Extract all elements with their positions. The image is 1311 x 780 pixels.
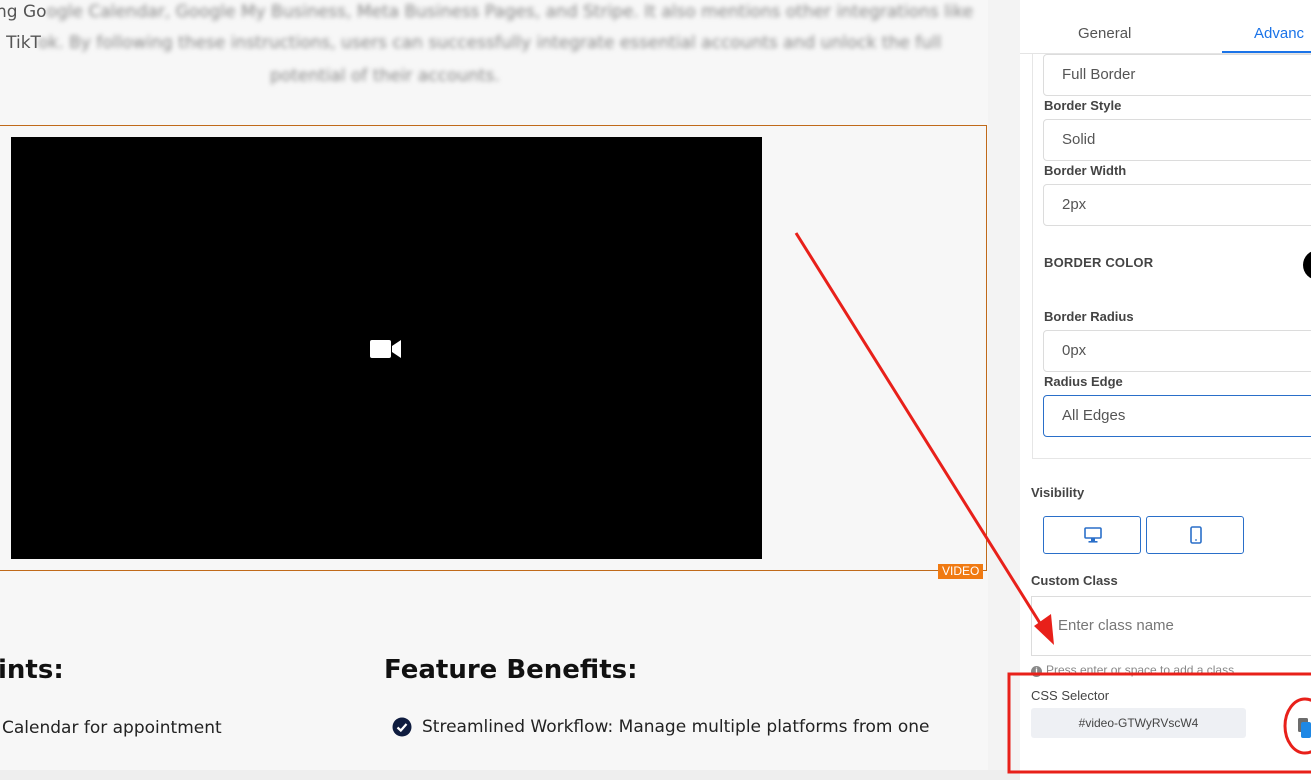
video-element-badge: VIDEO bbox=[938, 564, 984, 579]
css-selector-value: #video-GTWyRVscW4 bbox=[1031, 708, 1246, 738]
paragraph-line-3-blurred: potential of their accounts. bbox=[270, 66, 500, 86]
visibility-desktop-button[interactable] bbox=[1043, 516, 1141, 554]
visibility-mobile-button[interactable] bbox=[1146, 516, 1244, 554]
tab-general[interactable]: General bbox=[1078, 14, 1131, 53]
custom-class-hint: i Press enter or space to add a class bbox=[1031, 663, 1234, 677]
custom-class-input[interactable]: Enter class name bbox=[1031, 596, 1311, 656]
paragraph-line-1: ng Google Calendar, Google My Business, … bbox=[0, 2, 973, 22]
border-radius-input[interactable]: 0px bbox=[1043, 330, 1311, 372]
paragraph-line-2-clear: l TikT bbox=[0, 33, 39, 53]
border-width-input[interactable]: 2px bbox=[1043, 184, 1311, 226]
key-points-heading: ints: bbox=[0, 655, 64, 685]
paragraph-line-3: potential of their accounts. bbox=[270, 66, 500, 86]
border-type-select[interactable]: Full Border bbox=[1043, 54, 1311, 96]
paragraph-line-2-blurred: ok. By following these instructions, use… bbox=[38, 33, 942, 53]
radius-edge-select[interactable]: All Edges bbox=[1043, 395, 1311, 437]
visibility-label: Visibility bbox=[1031, 485, 1085, 500]
css-selector-label: CSS Selector bbox=[1031, 688, 1110, 703]
info-icon: i bbox=[1031, 666, 1042, 677]
tab-advanced[interactable]: Advanc bbox=[1254, 14, 1304, 53]
video-camera-icon bbox=[370, 340, 401, 358]
custom-class-hint-text: Press enter or space to add a class bbox=[1046, 663, 1235, 677]
paragraph-line-2: l TikTok. By following these instruction… bbox=[0, 33, 941, 53]
paragraph-line-1-blurred: ogle Calendar, Google My Business, Meta … bbox=[46, 2, 974, 22]
border-style-label: Border Style bbox=[1044, 98, 1122, 113]
border-color-label: BORDER COLOR bbox=[1044, 255, 1154, 270]
feature-benefit-item: Streamlined Workflow: Manage multiple pl… bbox=[422, 717, 930, 737]
active-tab-indicator bbox=[1222, 51, 1311, 53]
panel-gutter bbox=[988, 0, 1021, 780]
border-radius-label: Border Radius bbox=[1044, 309, 1134, 324]
page-canvas: ng Google Calendar, Google My Business, … bbox=[0, 0, 988, 770]
radius-edge-label: Radius Edge bbox=[1044, 374, 1123, 389]
desktop-icon bbox=[1084, 527, 1102, 543]
border-style-select[interactable]: Solid bbox=[1043, 119, 1311, 161]
check-circle-icon bbox=[392, 717, 412, 737]
panel-tabs: General Advanc bbox=[1020, 14, 1311, 54]
copy-icon[interactable] bbox=[1295, 716, 1311, 738]
custom-class-label: Custom Class bbox=[1031, 573, 1118, 588]
mobile-icon bbox=[1190, 526, 1202, 544]
paragraph-line-1-clear: ng Go bbox=[0, 2, 47, 22]
border-width-label: Border Width bbox=[1044, 163, 1127, 178]
canvas-bottom-scrollbar[interactable] bbox=[0, 770, 1020, 780]
feature-benefits-heading: Feature Benefits: bbox=[384, 655, 638, 685]
key-point-item: Calendar for appointment bbox=[2, 718, 222, 738]
